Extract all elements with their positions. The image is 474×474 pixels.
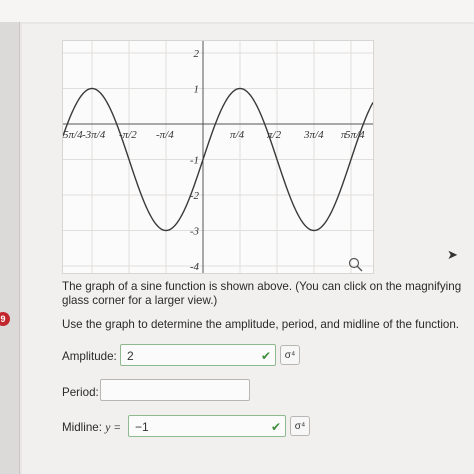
y-tick-label: -3 <box>190 226 200 238</box>
x-tick-label: π/4 <box>230 129 245 141</box>
y-tick-label: -4 <box>190 261 200 273</box>
left-rail <box>0 22 20 474</box>
y-tick-label: -2 <box>190 190 200 202</box>
symbol-keyboard-button[interactable]: σ⁴ <box>290 416 310 436</box>
x-tick-label: 5π/4 <box>63 129 83 141</box>
midline-value: −1 <box>135 420 149 434</box>
axes <box>63 41 373 273</box>
question-instruction: Use the graph to determine the amplitude… <box>62 318 460 331</box>
rail-divider <box>19 22 20 474</box>
y-tick-label: 2 <box>194 48 200 60</box>
grid-lines <box>54 41 389 273</box>
y-tick-labels: 2 1 -1 -2 -3 -4 <box>190 48 200 273</box>
amplitude-input[interactable]: 2 ✔ <box>120 344 276 366</box>
correct-check-icon: ✔ <box>260 349 271 363</box>
x-tick-label: -π/2 <box>119 129 137 141</box>
x-tick-label: -3π/4 <box>82 129 106 141</box>
midline-label-text: Midline: <box>62 421 102 434</box>
correct-check-icon: ✔ <box>270 420 281 434</box>
x-tick-label: -π/4 <box>156 129 174 141</box>
amplitude-value: 2 <box>127 349 134 363</box>
midline-input[interactable]: −1 ✔ <box>128 415 286 437</box>
y-tick-label: -1 <box>190 155 199 167</box>
symbol-keyboard-button[interactable]: σ⁴ <box>280 345 300 365</box>
x-tick-label: 3π/4 <box>303 129 324 141</box>
amplitude-label: Amplitude: <box>62 350 117 363</box>
x-tick-labels: 5π/4-π-3π/4-π/2-π/4π/4π/23π/4π5π/4 <box>45 129 365 141</box>
x-tick-label: 5π/4 <box>345 129 365 141</box>
top-band <box>0 0 474 22</box>
x-tick-label: π/2 <box>267 129 282 141</box>
midline-equation: y = <box>105 421 122 434</box>
y-tick-label: 1 <box>194 84 200 96</box>
graph-canvas: 5π/4-π-3π/4-π/2-π/4π/4π/23π/4π5π/4 21-1-… <box>45 41 389 273</box>
period-input[interactable] <box>100 379 250 401</box>
question-prompt: The graph of a sine function is shown ab… <box>62 280 462 307</box>
period-label: Period: <box>62 386 99 399</box>
sine-graph[interactable]: 5π/4-π-3π/4-π/2-π/4π/4π/23π/4π5π/4 21-1-… <box>45 40 389 274</box>
mouse-cursor-icon: ➤ <box>447 247 458 262</box>
midline-label: Midline: y = <box>62 421 121 434</box>
